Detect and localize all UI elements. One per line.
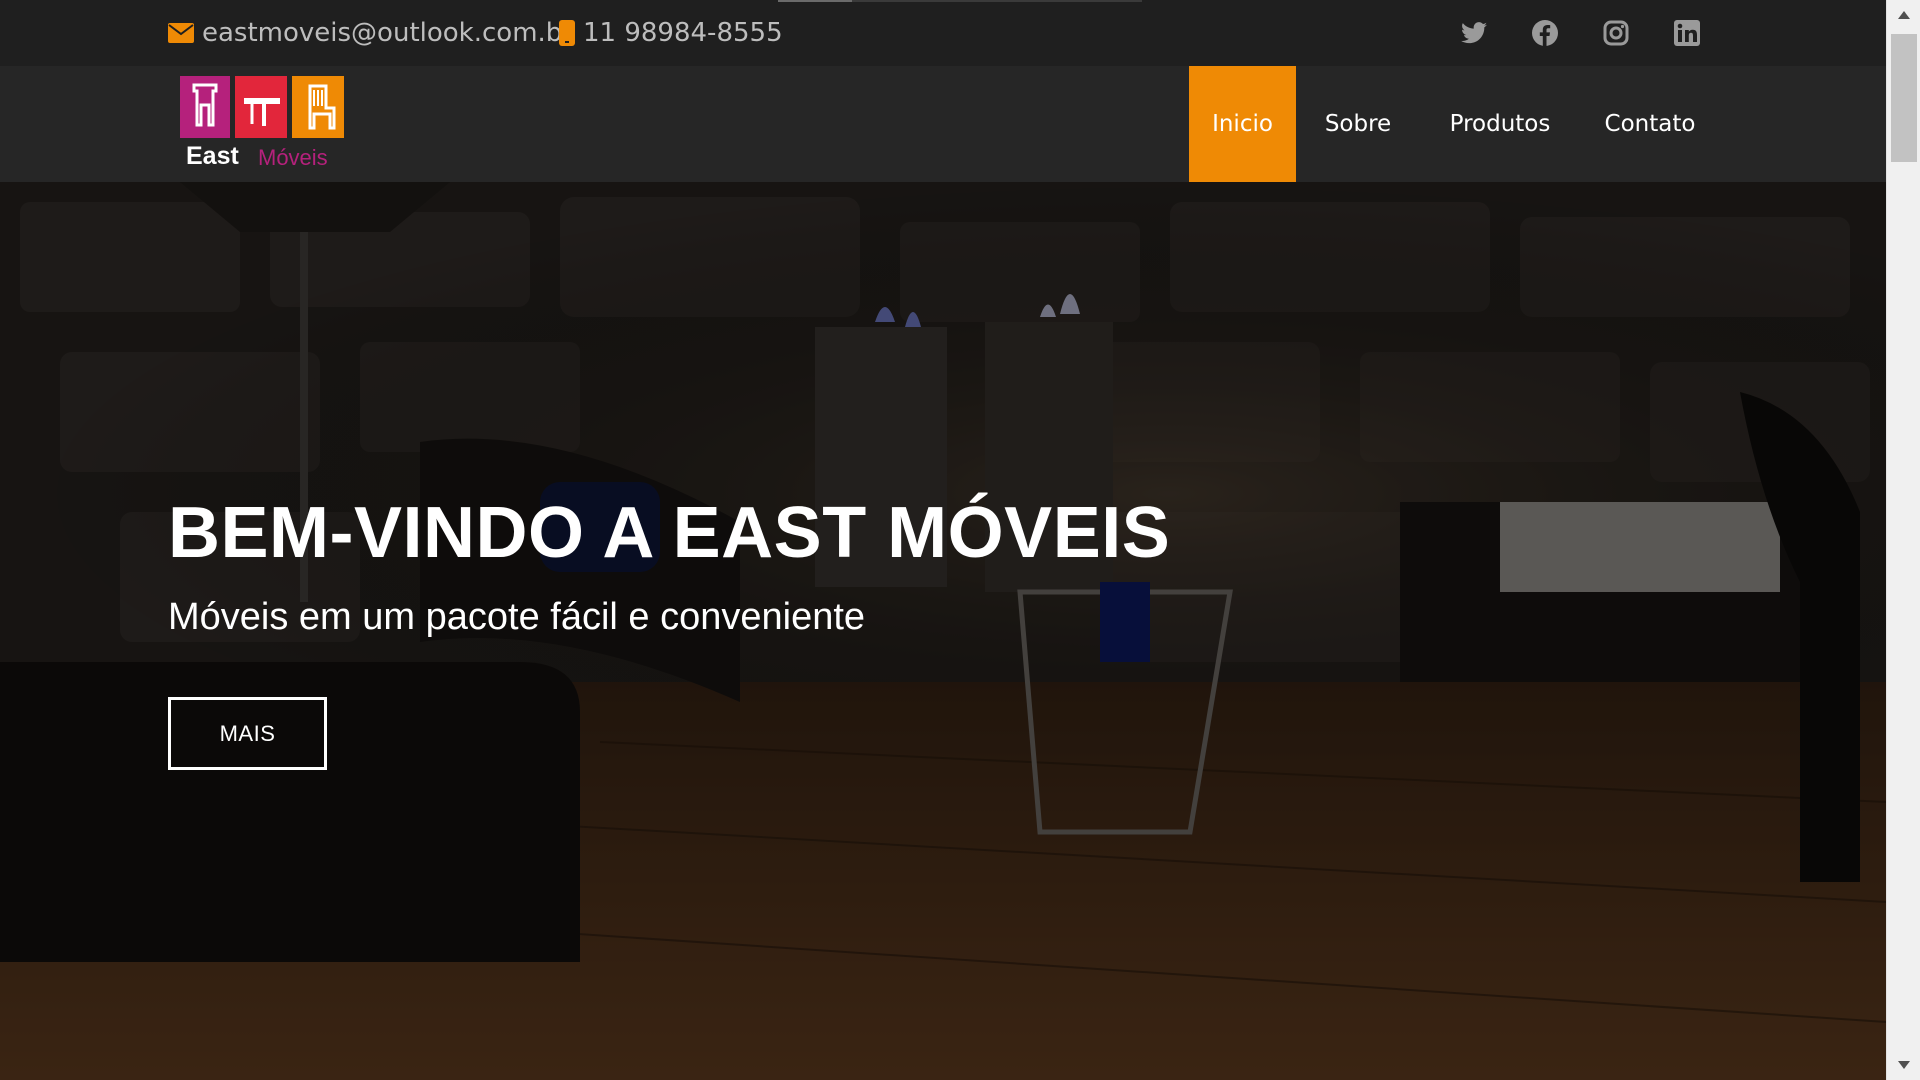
facebook-icon[interactable] — [1525, 0, 1565, 66]
vertical-scrollbar[interactable] — [1886, 0, 1920, 1080]
logo-word-east: East — [186, 142, 239, 170]
nav-inicio[interactable]: Inicio — [1189, 66, 1296, 182]
more-button[interactable]: MAIS — [168, 697, 327, 770]
phone-contact[interactable]: 11 98984-8555 — [559, 0, 783, 66]
email-contact[interactable]: eastmoveis@outlook.com.br — [168, 0, 573, 66]
top-bar: eastmoveis@outlook.com.br 11 98984-8555 — [0, 0, 1886, 66]
page-viewport: eastmoveis@outlook.com.br 11 98984-8555 — [0, 0, 1886, 1080]
phone-text: 11 98984-8555 — [583, 18, 783, 48]
linkedin-icon[interactable] — [1667, 0, 1707, 66]
scroll-up-arrow-icon[interactable] — [1887, 0, 1920, 30]
instagram-icon[interactable] — [1596, 0, 1636, 66]
twitter-icon[interactable] — [1454, 0, 1494, 66]
logo-word-moveis: Móveis — [258, 145, 328, 170]
hero-subtitle: Móveis em um pacote fácil e conveniente — [168, 596, 866, 638]
nav-produtos[interactable]: Produtos — [1436, 66, 1564, 182]
main-header: East Móveis Inicio Sobre Produtos Contat… — [0, 66, 1886, 182]
scrollbar-thumb[interactable] — [1891, 34, 1917, 162]
nav-sobre[interactable]: Sobre — [1310, 66, 1406, 182]
scroll-down-arrow-icon[interactable] — [1887, 1050, 1920, 1080]
email-text: eastmoveis@outlook.com.br — [202, 18, 573, 48]
envelope-icon — [168, 23, 194, 43]
loading-bar — [778, 0, 1142, 2]
logo[interactable]: East Móveis — [180, 76, 344, 172]
nav-contato[interactable]: Contato — [1594, 66, 1706, 182]
hero-banner: BEM-VINDO A EAST MÓVEIS Móveis em um pac… — [0, 182, 1886, 1080]
hero-title: BEM-VINDO A EAST MÓVEIS — [168, 493, 1171, 573]
mobile-phone-icon — [559, 20, 575, 46]
